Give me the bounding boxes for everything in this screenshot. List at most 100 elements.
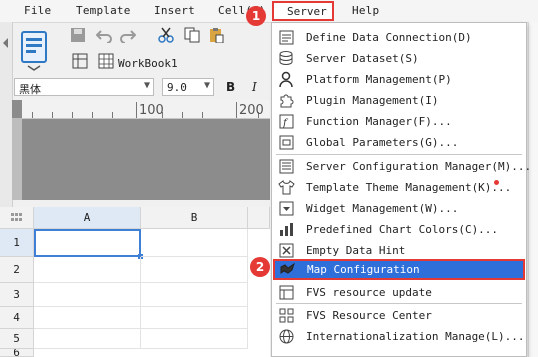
empty-data-icon — [279, 243, 294, 258]
shirt-icon — [278, 180, 295, 195]
save-icon[interactable] — [70, 27, 86, 43]
menu-item-label: Empty Data Hint — [306, 244, 406, 257]
menu-item-plugin-management[interactable]: Plugin Management(I) — [272, 90, 526, 111]
menu-item-template-theme-management[interactable]: Template Theme Management(K)... — [272, 177, 526, 198]
workbook-icon — [98, 53, 114, 69]
menu-item-label: Plugin Management(I) — [306, 94, 439, 107]
config-icon — [279, 159, 294, 174]
collapse-arrow-icon[interactable] — [3, 38, 8, 48]
vertical-ruler — [12, 118, 22, 200]
horizontal-ruler: 100 200 — [22, 100, 270, 119]
chevron-down-icon: ▼ — [143, 80, 150, 91]
menu-item-function-manager[interactable]: f Function Manager(F)... — [272, 111, 526, 132]
font-toolbar: 黑体 ▼ 9.0 ▼ B I — [0, 76, 270, 98]
column-header-a[interactable]: A — [34, 207, 141, 229]
row-header-3[interactable]: 3 — [0, 283, 34, 307]
grid-view-icon[interactable] — [72, 53, 88, 69]
row-header-2[interactable]: 2 — [0, 257, 34, 283]
dataset-icon — [279, 51, 293, 65]
menu-item-label: Define Data Connection(D) — [306, 31, 472, 44]
menu-item-label: Map Configuration — [307, 263, 420, 276]
menu-item-map-configuration[interactable]: Map Configuration — [273, 259, 525, 280]
server-dropdown-menu: Define Data Connection(D) Server Dataset… — [271, 22, 531, 357]
paste-icon[interactable] — [208, 27, 224, 43]
menu-separator — [276, 303, 522, 304]
menu-item-server-configuration-manager[interactable]: Server Configuration Manager(M)... — [272, 156, 531, 177]
menu-insert[interactable]: Insert — [154, 4, 195, 17]
menu-file[interactable]: File — [24, 4, 51, 17]
menu-help[interactable]: Help — [352, 4, 379, 17]
fvs-center-icon — [279, 308, 294, 323]
column-header-b[interactable]: B — [141, 207, 248, 229]
font-size-select[interactable]: 9.0 ▼ — [162, 78, 214, 96]
menu-item-label: Server Configuration Manager(M)... — [306, 160, 532, 173]
cell-a1[interactable] — [34, 229, 141, 257]
menu-item-label: FVS Resource Center — [306, 309, 432, 322]
menu-server[interactable]: Server — [272, 1, 334, 21]
menu-item-label: Widget Management(W)... — [306, 202, 459, 215]
menu-item-internationalization-manage[interactable]: Internationalization Manage(L)... — [272, 326, 526, 347]
cell-b3[interactable] — [141, 283, 248, 307]
menu-item-server-dataset[interactable]: Server Dataset(S) — [272, 48, 526, 69]
map-icon — [280, 262, 295, 274]
menu-item-platform-management[interactable]: Platform Management(P) — [272, 69, 526, 90]
menu-bar: File Template Insert Cell(C) Server Help — [0, 0, 538, 23]
menu-item-label: Predefined Chart Colors(C)... — [306, 223, 499, 236]
menu-item-define-data-connection[interactable]: Define Data Connection(D) — [272, 27, 526, 48]
puzzle-icon — [280, 94, 294, 108]
font-size-value: 9.0 — [167, 81, 187, 94]
menu-item-label: Template Theme Management(K)... — [306, 181, 512, 194]
chevron-down-icon: ▼ — [203, 80, 210, 91]
menu-item-fvs-resource-center[interactable]: FVS Resource Center — [272, 305, 526, 326]
right-panel-edge — [528, 22, 538, 357]
cell-a4[interactable] — [34, 307, 141, 329]
menu-item-fvs-resource-update[interactable]: FVS resource update — [272, 282, 526, 303]
fvs-update-icon — [279, 285, 294, 300]
cell-b5[interactable] — [141, 329, 248, 349]
cut-icon[interactable] — [158, 27, 174, 43]
menu-template[interactable]: Template — [76, 4, 131, 17]
cell-b1[interactable] — [141, 229, 248, 257]
row-header-6[interactable]: 6 — [0, 349, 34, 357]
font-family-value: 黑体 — [19, 83, 41, 96]
italic-button[interactable]: I — [252, 80, 257, 94]
menu-separator — [276, 154, 522, 155]
person-icon — [279, 71, 293, 88]
cell-a3[interactable] — [34, 283, 141, 307]
menu-item-global-parameters[interactable]: Global Parameters(G)... — [272, 132, 526, 153]
cell-b2[interactable] — [141, 257, 248, 283]
undo-icon[interactable] — [96, 27, 112, 43]
menu-item-widget-management[interactable]: Widget Management(W)... — [272, 198, 526, 219]
ruler-mark-100: 100 — [139, 103, 164, 118]
workbook-tab-label[interactable]: WorkBook1 — [118, 57, 178, 70]
template-designer-icon[interactable] — [14, 28, 54, 72]
menu-item-label: Global Parameters(G)... — [306, 136, 459, 149]
menu-item-label: Platform Management(P) — [306, 73, 452, 86]
cell-a2[interactable] — [34, 257, 141, 283]
menu-item-label: Server Dataset(S) — [306, 52, 419, 65]
globe-icon — [279, 329, 294, 344]
copy-icon[interactable] — [184, 27, 200, 43]
menu-server-label: Server — [287, 5, 327, 18]
column-header-c[interactable] — [248, 207, 270, 229]
menu-item-predefined-chart-colors[interactable]: Predefined Chart Colors(C)... — [272, 219, 526, 240]
cell-b4[interactable] — [141, 307, 248, 329]
database-icon — [279, 30, 294, 45]
font-family-select[interactable]: 黑体 ▼ — [14, 78, 154, 96]
row-header-5[interactable]: 5 — [0, 329, 34, 349]
step-badge-2: 2 — [250, 257, 270, 277]
menu-item-label: Function Manager(F)... — [306, 115, 452, 128]
ruler-mark-200: 200 — [239, 103, 264, 118]
new-indicator-dot — [494, 180, 499, 185]
widget-icon — [279, 201, 294, 216]
row-header-1[interactable]: 1 — [0, 229, 34, 257]
menu-item-label: Internationalization Manage(L)... — [306, 330, 525, 343]
menu-item-label: FVS resource update — [306, 286, 432, 299]
row-header-4[interactable]: 4 — [0, 307, 34, 329]
cell-a5[interactable] — [34, 329, 141, 349]
redo-icon[interactable] — [120, 27, 136, 43]
menu-item-empty-data-hint[interactable]: Empty Data Hint — [272, 240, 526, 261]
bold-button[interactable]: B — [226, 80, 235, 94]
select-all-corner[interactable] — [0, 207, 34, 229]
spreadsheet-grid: A B 1 2 3 4 5 6 — [0, 207, 270, 357]
